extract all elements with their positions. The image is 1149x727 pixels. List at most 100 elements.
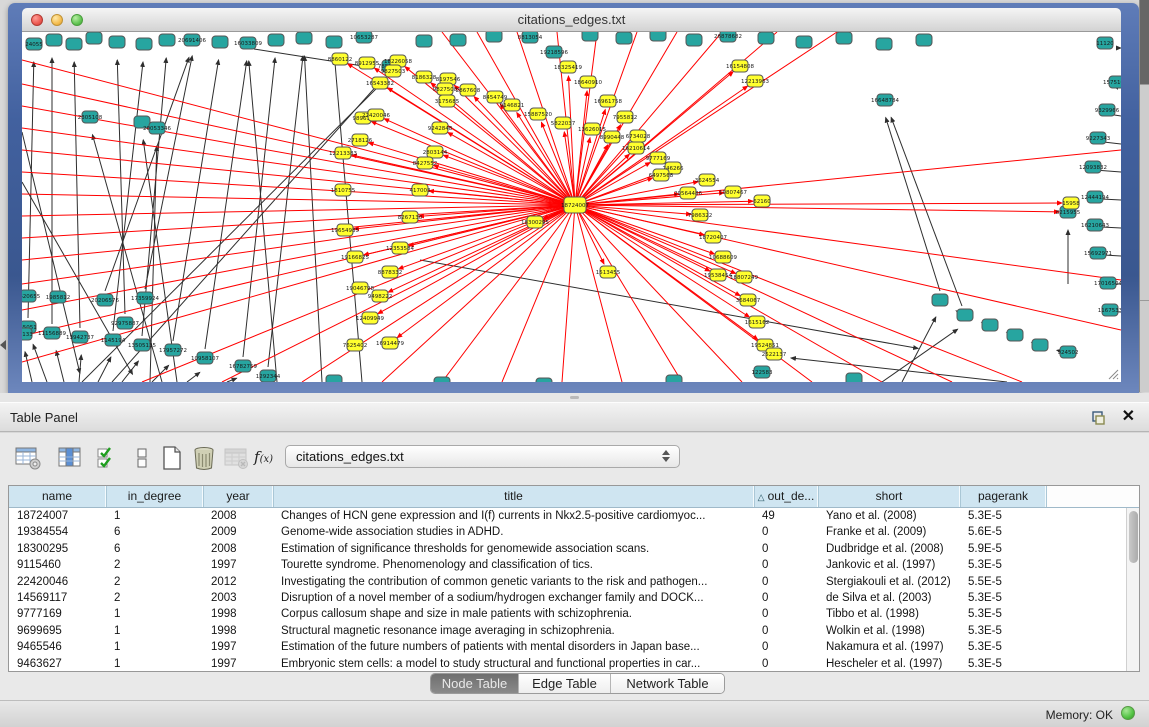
table-row[interactable]: 911546021997Tourette syndrome. Phenomeno… <box>9 557 1139 573</box>
table-mode-icon[interactable] <box>14 444 42 472</box>
graph-node[interactable]: 10653287 <box>350 32 378 43</box>
graph-node[interactable]: 3175685 <box>435 95 460 107</box>
graph-node[interactable]: 9329966 <box>1095 104 1120 116</box>
graph-node[interactable] <box>686 34 702 46</box>
graph-node[interactable] <box>932 294 948 306</box>
graph-node[interactable] <box>268 34 284 46</box>
graph-node[interactable]: 16914479 <box>376 337 404 349</box>
graph-node[interactable]: 8186328 <box>412 71 437 83</box>
graph-node[interactable]: 8427552 <box>413 157 438 169</box>
graph-node[interactable]: 12213963 <box>741 75 769 87</box>
graph-node[interactable]: 7986322 <box>688 209 713 221</box>
graph-node[interactable]: 12409949 <box>356 312 384 324</box>
table-row[interactable]: 1456911722003Disruption of a novel membe… <box>9 590 1139 606</box>
graph-node[interactable]: 19654985 <box>331 224 359 236</box>
graph-node[interactable]: 15958 <box>1062 197 1080 209</box>
graph-node[interactable]: 19218596 <box>540 46 568 58</box>
graph-node[interactable]: 7625402 <box>343 339 368 351</box>
graph-node[interactable]: 1513455 <box>596 266 621 278</box>
graph-node[interactable]: 8813054 <box>518 32 543 43</box>
graph-node[interactable]: 11120 <box>1096 37 1114 49</box>
graph-node[interactable] <box>846 373 862 382</box>
table-scrollbar[interactable] <box>1126 508 1139 671</box>
delete-table-icon[interactable] <box>222 444 250 472</box>
graph-node[interactable] <box>450 34 466 46</box>
show-columns-icon[interactable] <box>56 444 84 472</box>
graph-node[interactable]: 92975887 <box>111 317 139 329</box>
float-panel-icon[interactable] <box>1089 409 1107 427</box>
graph-node[interactable] <box>796 36 812 48</box>
graph-node[interactable]: 122583 <box>752 366 773 378</box>
graph-node[interactable] <box>758 32 774 44</box>
graph-node[interactable]: 924502 <box>1058 346 1079 358</box>
graph-node[interactable]: 8878332 <box>378 266 403 278</box>
table-row[interactable]: 1872400712008Changes of HCN gene express… <box>9 508 1139 524</box>
graph-node[interactable] <box>46 34 62 46</box>
graph-node[interactable] <box>66 38 82 50</box>
column-header-out_degree[interactable]: △out_de... <box>754 486 818 507</box>
graph-node[interactable]: 16648784 <box>871 94 899 106</box>
table-row[interactable]: 977716911998Corpus callosum shape and si… <box>9 606 1139 622</box>
graph-node[interactable] <box>434 377 450 382</box>
panel-splitter[interactable] <box>0 393 1149 402</box>
graph-node[interactable]: 18640910 <box>574 76 602 88</box>
table-row[interactable]: 946362711997Embryonic stem cells: a mode… <box>9 656 1139 672</box>
graph-node[interactable] <box>136 38 152 50</box>
graph-node[interactable]: 11156889 <box>38 327 66 339</box>
graph-node[interactable]: 8860122 <box>328 53 353 65</box>
graph-node[interactable]: 16033809 <box>234 37 262 49</box>
close-panel-icon[interactable]: ✕ <box>1122 407 1135 427</box>
graph-node[interactable]: 15751074 <box>1103 76 1121 88</box>
graph-node[interactable]: 19166825 <box>341 251 369 263</box>
graph-node[interactable] <box>957 309 973 321</box>
graph-node[interactable]: 15887520 <box>524 108 552 120</box>
graph-node[interactable] <box>666 375 682 382</box>
column-header-pagerank[interactable]: pagerank <box>960 486 1046 507</box>
memory-status-icon[interactable] <box>1121 706 1135 720</box>
network-canvas[interactable]: 2405520691406160338091065328778572248813… <box>22 32 1121 382</box>
graph-node[interactable]: 1167533 <box>1098 304 1121 316</box>
graph-node[interactable]: 16210643 <box>1081 219 1109 231</box>
graph-node[interactable] <box>982 319 998 331</box>
graph-node[interactable]: 1810755 <box>331 184 356 196</box>
column-header-short[interactable]: short <box>818 486 960 507</box>
graph-node[interactable]: 18325419 <box>554 61 582 73</box>
graph-node[interactable] <box>159 34 175 46</box>
graph-node[interactable] <box>326 36 342 48</box>
graph-node[interactable] <box>836 32 852 44</box>
graph-node[interactable] <box>86 32 102 44</box>
hub-node[interactable]: 18724007 <box>561 197 589 213</box>
graph-node[interactable] <box>326 375 342 382</box>
graph-node[interactable]: 26878682 <box>714 32 742 42</box>
graph-node[interactable]: 16961758 <box>594 95 622 107</box>
graph-node[interactable]: 24055 <box>25 38 43 50</box>
graph-node[interactable]: 10688609 <box>709 251 737 263</box>
tab-network-table[interactable]: Network Table <box>611 674 724 693</box>
column-header-year[interactable]: year <box>203 486 273 507</box>
table-row[interactable]: 969969511998Structural magnetic resonanc… <box>9 623 1139 639</box>
table-row[interactable]: 946554611997Estimation of the future num… <box>9 639 1139 655</box>
function-builder-icon[interactable]: f(x) <box>254 448 282 476</box>
graph-node[interactable] <box>650 32 666 41</box>
graph-node[interactable]: 93133 <box>22 328 33 340</box>
tab-edge-table[interactable]: Edge Table <box>519 674 611 693</box>
column-header-title[interactable]: title <box>273 486 754 507</box>
graph-node[interactable]: 7955812 <box>613 111 638 123</box>
delete-column-icon[interactable] <box>190 444 218 472</box>
collapse-arrow-icon[interactable] <box>0 340 6 350</box>
graph-node[interactable]: 2305108 <box>78 111 103 123</box>
graph-node[interactable] <box>1032 339 1048 351</box>
table-select-dropdown[interactable]: citations_edges.txt <box>285 445 680 468</box>
graph-node[interactable]: 10958107 <box>191 352 219 364</box>
create-column-icon[interactable] <box>158 444 186 472</box>
table-row[interactable]: 1830029562008Estimation of significance … <box>9 541 1139 557</box>
graph-node[interactable]: 8267130 <box>398 211 423 223</box>
graph-node[interactable]: 8912955 <box>355 57 380 69</box>
graph-node[interactable]: 417003 <box>410 184 431 196</box>
graph-node[interactable] <box>212 36 228 48</box>
graph-node[interactable]: 12093832 <box>1079 161 1107 173</box>
column-header-in_degree[interactable]: in_degree <box>106 486 203 507</box>
graph-node[interactable]: 1145194 <box>101 334 126 346</box>
graph-node[interactable]: 12444194 <box>1081 191 1109 203</box>
scrollbar-thumb[interactable] <box>1129 511 1138 563</box>
